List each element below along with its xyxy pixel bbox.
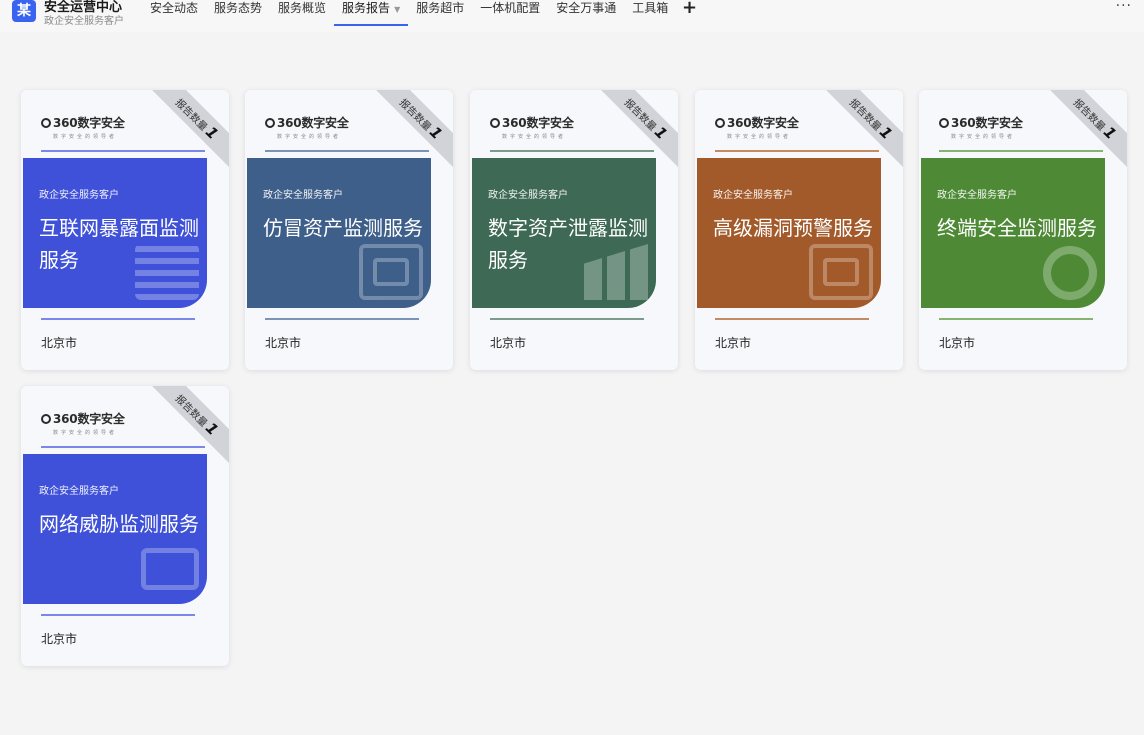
app-subtitle: 政企安全服务客户	[44, 16, 124, 27]
card-city: 北京市	[490, 336, 527, 350]
brand-tagline: 数字安全的领导者	[951, 134, 1016, 140]
brand-ring-icon	[490, 118, 500, 128]
more-icon[interactable]: ···	[1116, 0, 1132, 14]
report-count-label: 报告数量	[621, 97, 658, 134]
cover-customer-label: 政企安全服务客户	[263, 190, 343, 201]
report-card[interactable]: 360数字安全 数字安全的领导者 报告数量1 政企安全服务客户 数字资产泄露监测…	[470, 90, 678, 370]
brand-logo: 360数字安全 数字安全的领导者	[265, 114, 349, 140]
brand-ring-icon	[41, 118, 51, 128]
chevron-down-icon: ▼	[394, 5, 401, 14]
cover-title: 终端安全监测服务	[937, 216, 1097, 240]
brand-tagline: 数字安全的领导者	[502, 134, 567, 140]
cover-customer-label: 政企安全服务客户	[937, 190, 1017, 201]
cover-customer-label: 政企安全服务客户	[39, 190, 119, 201]
vulnerability-icon	[809, 244, 873, 300]
monitor-icon	[141, 548, 199, 590]
report-cover: 政企安全服务客户 高级漏洞预警服务	[697, 158, 881, 308]
cover-bottom-line	[490, 318, 644, 320]
brand-name: 360数字安全	[502, 116, 574, 130]
nav-item-service-situation[interactable]: 服务态势	[206, 0, 270, 26]
card-city: 北京市	[715, 336, 752, 350]
cover-customer-label: 政企安全服务客户	[488, 190, 568, 201]
nav-item-service-report[interactable]: 服务报告 ▼	[334, 0, 409, 26]
cover-top-line	[490, 150, 654, 152]
card-city: 北京市	[41, 336, 78, 350]
terminal-ring-icon	[1043, 246, 1097, 300]
report-count-label: 报告数量	[172, 97, 209, 134]
add-tab-button[interactable]: +	[682, 0, 697, 18]
card-city: 北京市	[939, 336, 976, 350]
report-cover: 政企安全服务客户 互联网暴露面监测服务	[23, 158, 207, 308]
card-city: 北京市	[41, 632, 78, 646]
report-card[interactable]: 360数字安全 数字安全的领导者 报告数量1 政企安全服务客户 终端安全监测服务…	[919, 90, 1127, 370]
brand-logo: 360数字安全 数字安全的领导者	[41, 410, 125, 436]
brand-ring-icon	[265, 118, 275, 128]
main-nav: 安全动态 服务态势 服务概览 服务报告 ▼ 服务超市 一体机配置 安全万事通 工具…	[142, 0, 676, 28]
report-card[interactable]: 360数字安全 数字安全的领导者 报告数量1 政企安全服务客户 高级漏洞预警服务…	[695, 90, 903, 370]
nav-item-service-overview[interactable]: 服务概览	[270, 0, 334, 26]
cover-top-line	[939, 150, 1103, 152]
report-card[interactable]: 360数字安全 数字安全的领导者 报告数量1 政企安全服务客户 仿冒资产监测服务…	[245, 90, 453, 370]
brand-logo: 360数字安全 数字安全的领导者	[715, 114, 799, 140]
cover-bottom-line	[41, 318, 195, 320]
cover-title: 网络威胁监测服务	[39, 512, 199, 536]
nav-item-security-knowhow[interactable]: 安全万事通	[548, 0, 624, 26]
cover-title: 仿冒资产监测服务	[263, 216, 423, 240]
brand-ring-icon	[41, 414, 51, 424]
card-city: 北京市	[265, 336, 302, 350]
nav-item-toolbox[interactable]: 工具箱	[624, 0, 676, 26]
report-count-label: 报告数量	[172, 393, 209, 430]
org-logo[interactable]: 某	[12, 0, 36, 22]
report-cover: 政企安全服务客户 终端安全监测服务	[921, 158, 1105, 308]
cover-top-line	[41, 150, 205, 152]
cover-customer-label: 政企安全服务客户	[713, 190, 793, 201]
cover-bottom-line	[939, 318, 1093, 320]
report-card[interactable]: 360数字安全 数字安全的领导者 报告数量1 政企安全服务客户 互联网暴露面监测…	[21, 90, 229, 370]
report-count-label: 报告数量	[846, 97, 883, 134]
brand-logo: 360数字安全 数字安全的领导者	[490, 114, 574, 140]
brand-tagline: 数字安全的领导者	[727, 134, 792, 140]
brand-tagline: 数字安全的领导者	[53, 430, 118, 436]
brand-name: 360数字安全	[53, 116, 125, 130]
top-bar: 某 安全运营中心 政企安全服务客户 安全动态 服务态势 服务概览 服务报告 ▼ 服…	[0, 0, 1144, 32]
cover-top-line	[715, 150, 879, 152]
nav-item-security-news[interactable]: 安全动态	[142, 0, 206, 26]
report-count-label: 报告数量	[396, 97, 433, 134]
cover-bottom-line	[41, 614, 195, 616]
brand-name: 360数字安全	[53, 412, 125, 426]
cover-top-line	[41, 446, 205, 448]
brand-tagline: 数字安全的领导者	[277, 134, 342, 140]
report-cover: 政企安全服务客户 数字资产泄露监测服务	[472, 158, 656, 308]
cover-top-line	[265, 150, 429, 152]
brand-name: 360数字安全	[277, 116, 349, 130]
report-card[interactable]: 360数字安全 数字安全的领导者 报告数量1 政企安全服务客户 网络威胁监测服务…	[21, 386, 229, 666]
brand-ring-icon	[715, 118, 725, 128]
nav-item-appliance-config[interactable]: 一体机配置	[472, 0, 548, 26]
brand-name: 360数字安全	[727, 116, 799, 130]
report-cover: 政企安全服务客户 网络威胁监测服务	[23, 454, 207, 604]
cover-bottom-line	[715, 318, 869, 320]
brand-logo: 360数字安全 数字安全的领导者	[939, 114, 1023, 140]
brand-ring-icon	[939, 118, 949, 128]
server-stack-icon	[135, 244, 199, 300]
brand-tagline: 数字安全的领导者	[53, 134, 118, 140]
report-cover: 政企安全服务客户 仿冒资产监测服务	[247, 158, 431, 308]
brand-logo: 360数字安全 数字安全的领导者	[41, 114, 125, 140]
nav-item-service-market[interactable]: 服务超市	[408, 0, 472, 26]
cover-title: 高级漏洞预警服务	[713, 216, 873, 240]
shield-icon	[359, 244, 423, 300]
report-count-label: 报告数量	[1070, 97, 1107, 134]
cover-bottom-line	[265, 318, 419, 320]
brand-name: 360数字安全	[951, 116, 1023, 130]
cover-customer-label: 政企安全服务客户	[39, 486, 119, 497]
